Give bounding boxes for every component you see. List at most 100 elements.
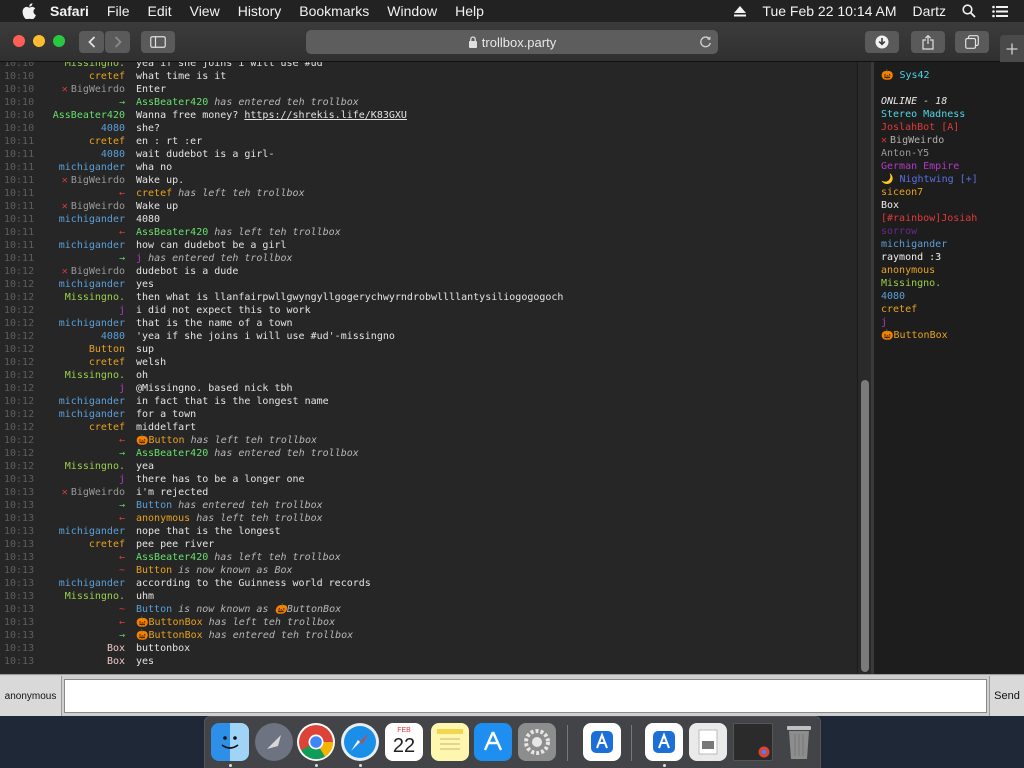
chrome-window-icon[interactable]: [733, 723, 773, 761]
user-list-item[interactable]: Missingno.: [881, 277, 941, 290]
address-bar[interactable]: trollbox.party: [306, 30, 718, 54]
message-nick[interactable]: michigander: [36, 408, 125, 421]
message-nick[interactable]: cretef: [36, 356, 125, 369]
message-input[interactable]: [64, 679, 987, 713]
downloads-button[interactable]: [865, 31, 899, 53]
menu-history[interactable]: History: [238, 3, 282, 19]
message-nick[interactable]: Missingno.: [36, 369, 125, 382]
message-nick[interactable]: 4080: [36, 148, 125, 161]
chrome-icon[interactable]: [297, 723, 335, 761]
message-nick[interactable]: 4080: [36, 330, 125, 343]
user-list-item[interactable]: Stereo Madness: [881, 108, 965, 121]
user-list-item[interactable]: siceon7: [881, 186, 923, 199]
notes-icon[interactable]: [431, 723, 469, 761]
message-nick[interactable]: Box: [36, 642, 125, 655]
new-tab-button[interactable]: [1000, 35, 1024, 62]
scrollbar-thumb[interactable]: [861, 380, 869, 672]
event-subject[interactable]: Button: [136, 500, 172, 511]
message-nick[interactable]: 4080: [36, 122, 125, 135]
event-subject[interactable]: 🎃ButtonBox: [136, 617, 203, 628]
forward-button[interactable]: [105, 31, 130, 53]
apple-menu-icon[interactable]: [22, 3, 36, 19]
message-nick[interactable]: ✕ BigWeirdo: [36, 200, 125, 213]
system-preferences-icon[interactable]: [518, 723, 556, 761]
show-tabs-button[interactable]: [955, 31, 989, 53]
menu-help[interactable]: Help: [455, 3, 484, 19]
event-subject[interactable]: 🎃Button: [136, 435, 185, 446]
window-zoom-button[interactable]: [53, 35, 65, 47]
share-button[interactable]: [911, 31, 945, 53]
user-list-item[interactable]: Anton-Y5: [881, 147, 929, 160]
window-close-button[interactable]: [13, 35, 25, 47]
menubar-user[interactable]: Dartz: [913, 3, 946, 19]
message-nick[interactable]: ✕ BigWeirdo: [36, 83, 125, 96]
user-list-item[interactable]: 4080: [881, 290, 905, 303]
spotlight-search-icon[interactable]: [962, 4, 976, 18]
user-list-item[interactable]: 🎃ButtonBox: [881, 329, 948, 342]
launchpad-icon[interactable]: [255, 723, 293, 761]
trash-icon[interactable]: [780, 723, 818, 761]
message-nick[interactable]: cretef: [36, 70, 125, 83]
menu-edit[interactable]: Edit: [147, 3, 171, 19]
user-list-item[interactable]: ✕ BigWeirdo: [881, 134, 944, 147]
menu-safari[interactable]: Safari: [50, 3, 89, 19]
user-list-item[interactable]: sorrow: [881, 225, 917, 238]
back-button[interactable]: [79, 31, 104, 53]
safari-icon[interactable]: [341, 723, 379, 761]
message-link[interactable]: https://shrekis.life/K83GXU: [244, 110, 407, 121]
user-list-item[interactable]: raymond :3: [881, 251, 941, 264]
message-nick[interactable]: ✕ BigWeirdo: [36, 486, 125, 499]
xcode-icon[interactable]: [583, 723, 621, 761]
message-nick[interactable]: michigander: [36, 317, 125, 330]
event-subject[interactable]: Button: [136, 604, 172, 615]
user-list-item[interactable]: cretef: [881, 303, 917, 316]
notification-center-icon[interactable]: [992, 5, 1008, 18]
message-nick[interactable]: j: [36, 382, 125, 395]
menu-window[interactable]: Window: [387, 3, 437, 19]
message-nick[interactable]: Box: [36, 655, 125, 668]
user-list-item[interactable]: Box: [881, 199, 899, 212]
user-list-item[interactable]: German Empire: [881, 160, 959, 173]
message-nick[interactable]: michigander: [36, 213, 125, 226]
message-nick[interactable]: AssBeater420: [36, 109, 125, 122]
message-nick[interactable]: ✕ BigWeirdo: [36, 174, 125, 187]
event-subject[interactable]: AssBeater420: [136, 227, 208, 238]
message-nick[interactable]: michigander: [36, 161, 125, 174]
user-list-item[interactable]: [#rainbow]Josiah: [881, 212, 977, 225]
chat-scrollbar[interactable]: [857, 62, 871, 674]
window-minimize-button[interactable]: [33, 35, 45, 47]
message-nick[interactable]: cretef: [36, 135, 125, 148]
event-subject[interactable]: AssBeater420: [136, 552, 208, 563]
sidebar-toggle-button[interactable]: [141, 31, 175, 53]
eject-icon[interactable]: [734, 5, 747, 17]
user-list-item[interactable]: michigander: [881, 238, 947, 251]
user-list-item[interactable]: JoslahBot [A]: [881, 121, 959, 134]
message-nick[interactable]: Missingno.: [36, 62, 125, 70]
user-list-item[interactable]: 🌙 Nightwing [+]: [881, 173, 978, 186]
message-nick[interactable]: cretef: [36, 421, 125, 434]
calendar-icon[interactable]: FEB 22: [385, 723, 423, 761]
message-nick[interactable]: Button: [36, 343, 125, 356]
message-nick[interactable]: cretef: [36, 538, 125, 551]
menubar-clock[interactable]: Tue Feb 22 10:14 AM: [762, 3, 896, 19]
event-subject[interactable]: AssBeater420: [136, 97, 208, 108]
event-subject[interactable]: anonymous: [136, 513, 190, 524]
message-nick[interactable]: michigander: [36, 525, 125, 538]
message-nick[interactable]: michigander: [36, 278, 125, 291]
user-list-item[interactable]: j: [881, 316, 887, 329]
app-store-icon[interactable]: [474, 723, 512, 761]
nickname-button[interactable]: anonymous: [0, 676, 62, 716]
message-nick[interactable]: michigander: [36, 239, 125, 252]
menu-view[interactable]: View: [190, 3, 220, 19]
send-button[interactable]: Send: [989, 676, 1024, 716]
event-subject[interactable]: cretef: [136, 188, 172, 199]
event-subject[interactable]: AssBeater420: [136, 448, 208, 459]
message-nick[interactable]: Missingno.: [36, 460, 125, 473]
reload-icon[interactable]: [699, 35, 712, 48]
finder-icon[interactable]: [211, 723, 249, 761]
event-subject[interactable]: Button: [136, 565, 172, 576]
message-nick[interactable]: j: [36, 304, 125, 317]
preview-icon[interactable]: [689, 723, 727, 761]
menu-file[interactable]: File: [107, 3, 130, 19]
message-nick[interactable]: ✕ BigWeirdo: [36, 265, 125, 278]
